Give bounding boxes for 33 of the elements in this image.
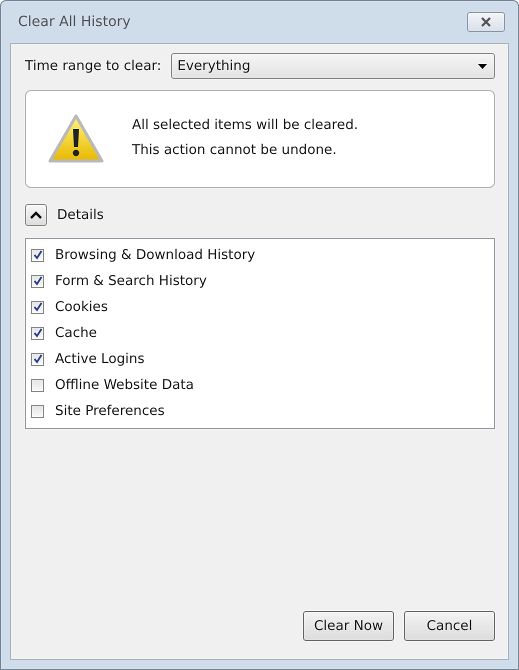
checkbox-label: Cache bbox=[55, 325, 97, 341]
dialog-button[interactable]: Clear Now bbox=[303, 611, 394, 641]
checkbox-label: Browsing & Download History bbox=[55, 247, 256, 263]
checkbox[interactable] bbox=[31, 352, 44, 366]
checkbox-label: Cookies bbox=[55, 299, 108, 315]
checkbox[interactable] bbox=[31, 326, 44, 340]
check-icon bbox=[32, 302, 42, 312]
checkbox[interactable] bbox=[31, 274, 44, 288]
chevron-up-icon bbox=[30, 211, 42, 219]
checkbox-label: Offline Website Data bbox=[55, 377, 194, 393]
checkbox-label: Active Logins bbox=[55, 351, 145, 367]
close-button[interactable] bbox=[467, 12, 505, 32]
dialog-button[interactable]: Cancel bbox=[404, 611, 495, 641]
checkbox-label: Form & Search History bbox=[55, 273, 207, 289]
caret-icon bbox=[478, 64, 487, 68]
checkbox[interactable] bbox=[31, 378, 44, 392]
checkbox[interactable] bbox=[31, 248, 44, 262]
time-range-label: Time range to clear: bbox=[25, 58, 162, 74]
details-label: Details bbox=[57, 207, 104, 223]
close-icon bbox=[480, 17, 492, 27]
warning-icon bbox=[48, 114, 104, 164]
check-icon bbox=[32, 276, 42, 286]
checkbox-label: Site Preferences bbox=[55, 403, 165, 419]
details-toggle-button[interactable] bbox=[25, 204, 47, 226]
check-icon bbox=[32, 328, 42, 338]
check-icon bbox=[32, 250, 42, 260]
check-icon bbox=[32, 354, 42, 364]
time-range-dropdown[interactable]: Everything bbox=[171, 53, 495, 79]
checkbox[interactable] bbox=[31, 300, 44, 314]
warning-text: All selected items will be cleared. bbox=[132, 116, 358, 132]
window-title: Clear All History bbox=[17, 14, 131, 30]
warning-text: This action cannot be undone. bbox=[132, 142, 338, 158]
checkbox[interactable] bbox=[31, 404, 44, 418]
